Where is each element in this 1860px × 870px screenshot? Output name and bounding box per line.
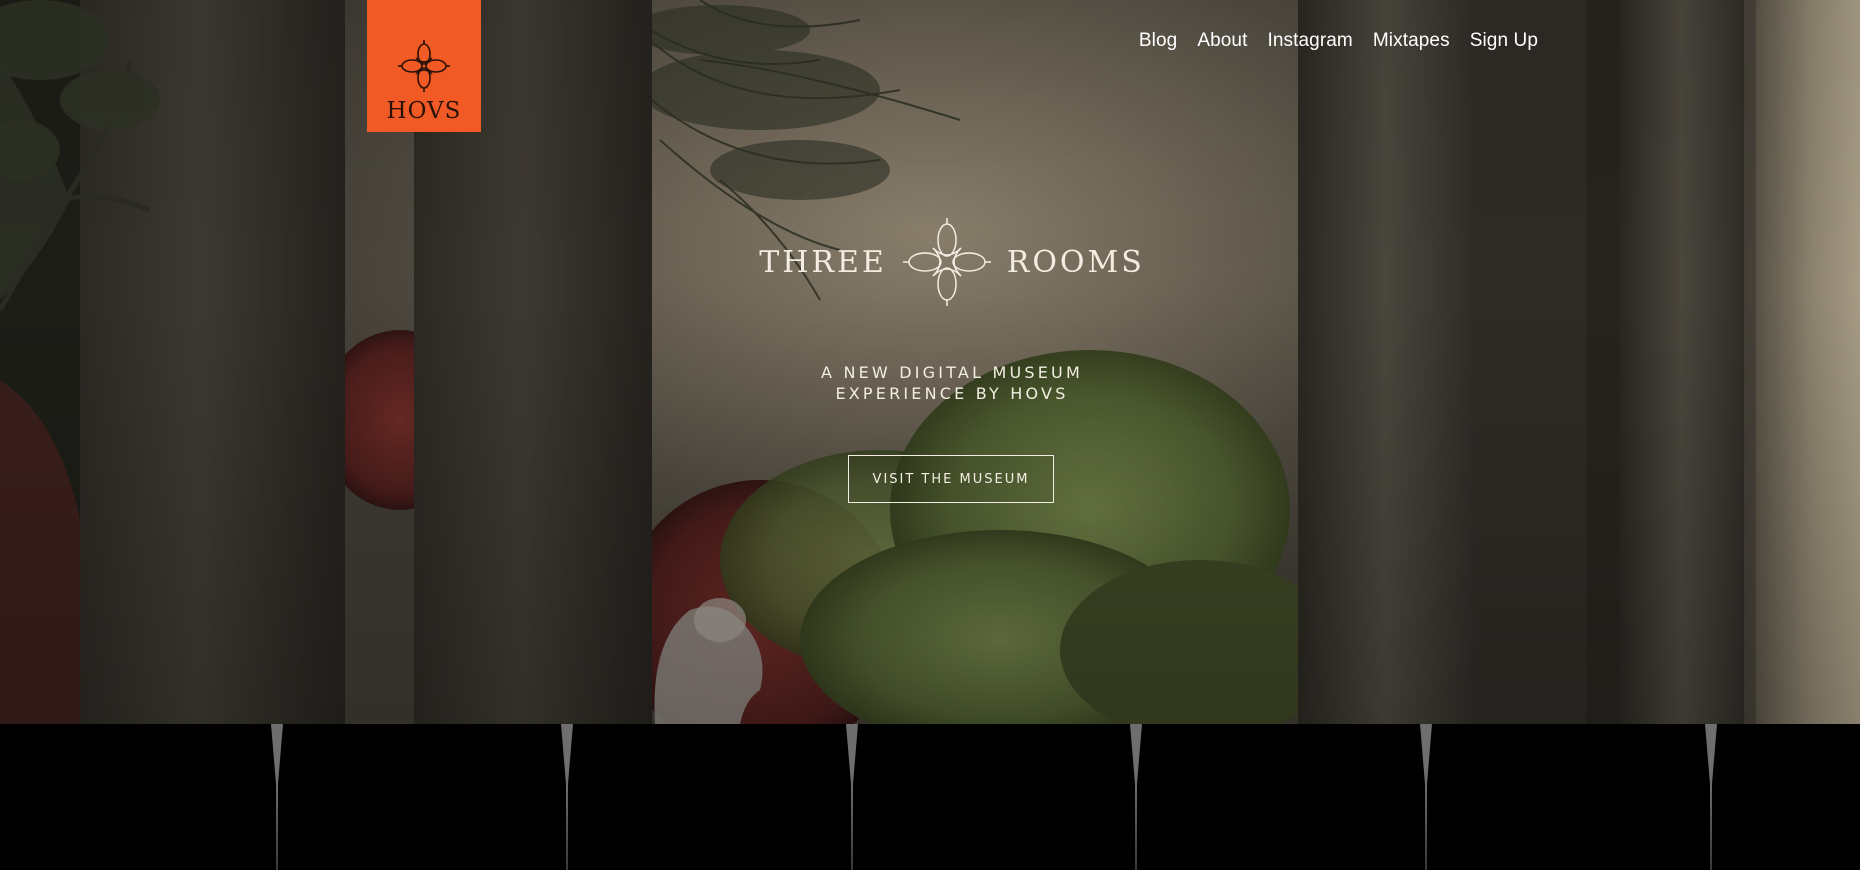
nav-mixtapes[interactable]: Mixtapes [1373,30,1450,52]
spike-decoration [1130,724,1142,870]
spike-decoration [561,724,573,870]
nav-about[interactable]: About [1197,30,1247,52]
nav-blog[interactable]: Blog [1139,30,1177,52]
quatrefoil-knot-icon [902,218,991,306]
spike-decoration [846,724,858,870]
spike-decoration [1420,724,1432,870]
dark-footer-section [0,724,1860,870]
visit-museum-button[interactable]: VISIT THE MUSEUM [848,455,1054,503]
title-right-word: ROOMS [1006,244,1145,280]
subtitle-line-1: A NEW DIGITAL MUSEUM [821,363,1083,382]
spike-decoration [271,724,283,870]
nav-instagram[interactable]: Instagram [1267,30,1352,52]
quatrefoil-knot-icon [398,40,450,92]
page: HOVS Blog About Instagram Mixtapes Sign … [0,0,1860,870]
logo-wordmark: HOVS [386,98,462,124]
hero-title: THREE ROOMS [0,216,1860,308]
title-left-word: THREE [759,244,887,280]
spike-decoration [1705,724,1717,870]
main-nav: Blog About Instagram Mixtapes Sign Up [1119,30,1538,52]
hero-subtitle: A NEW DIGITAL MUSEUM EXPERIENCE BY HOVS [0,362,1860,404]
hovs-logo[interactable]: HOVS [367,0,481,132]
subtitle-line-2: EXPERIENCE BY HOVS [835,384,1069,403]
nav-sign-up[interactable]: Sign Up [1470,30,1538,52]
